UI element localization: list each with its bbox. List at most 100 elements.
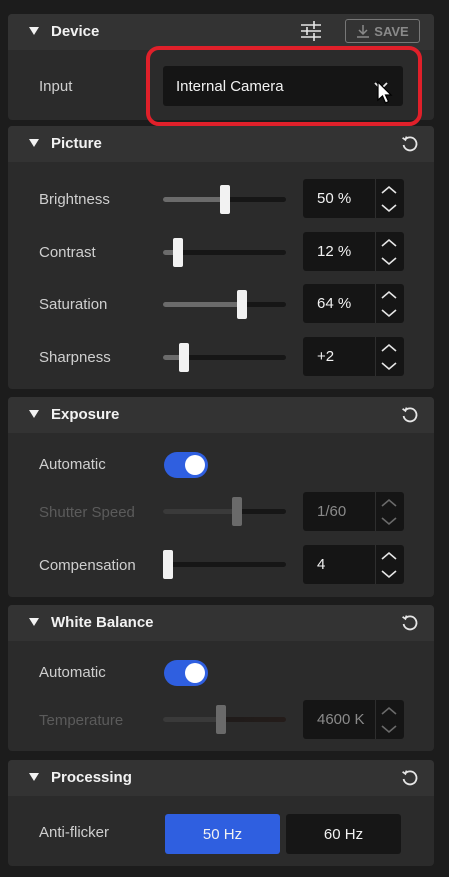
adjust-sliders-icon[interactable] bbox=[299, 20, 323, 42]
contrast-label: Contrast bbox=[39, 244, 96, 261]
temperature-value-field[interactable]: 4600 K bbox=[303, 700, 404, 739]
section-title: Exposure bbox=[51, 406, 120, 423]
exposure-section: Exposure Automatic Shutter Speed 1/60 Co… bbox=[8, 397, 434, 597]
chevron-down-icon[interactable] bbox=[377, 720, 401, 737]
chevron-down-icon[interactable] bbox=[377, 565, 401, 582]
saturation-value-field[interactable]: 64 % bbox=[303, 284, 404, 323]
section-title: Picture bbox=[51, 135, 102, 152]
white-balance-section: White Balance Automatic Temperature 4600… bbox=[8, 605, 434, 751]
device-section: Device SAVE Input Internal Camera bbox=[8, 14, 434, 126]
divider bbox=[375, 337, 376, 376]
compensation-value: 4 bbox=[317, 556, 326, 573]
exposure-automatic-label: Automatic bbox=[39, 456, 106, 473]
section-title: Device bbox=[51, 23, 100, 40]
shutter-speed-slider[interactable] bbox=[163, 497, 286, 526]
slider-thumb[interactable] bbox=[232, 497, 242, 526]
shutter-speed-value: 1/60 bbox=[317, 503, 347, 520]
collapse-caret-icon[interactable] bbox=[29, 410, 39, 418]
temperature-value: 4600 K bbox=[317, 711, 365, 728]
picture-header[interactable]: Picture bbox=[8, 126, 434, 162]
chevron-down-icon[interactable] bbox=[377, 357, 401, 374]
sharpness-slider[interactable] bbox=[163, 343, 286, 372]
exposure-automatic-toggle[interactable] bbox=[164, 452, 208, 478]
brightness-label: Brightness bbox=[39, 191, 110, 208]
collapse-caret-icon[interactable] bbox=[29, 618, 39, 626]
slider-thumb[interactable] bbox=[216, 705, 226, 734]
chevron-up-icon[interactable] bbox=[377, 287, 401, 304]
slider-fill bbox=[163, 717, 221, 722]
anti-flicker-label: Anti-flicker bbox=[39, 824, 110, 841]
divider bbox=[375, 232, 376, 271]
shutter-speed-value-field[interactable]: 1/60 bbox=[303, 492, 404, 531]
reset-icon[interactable] bbox=[400, 613, 420, 633]
compensation-label: Compensation bbox=[39, 557, 136, 574]
anti-flicker-60hz-button[interactable]: 60 Hz bbox=[286, 814, 401, 854]
divider bbox=[375, 492, 376, 531]
chevron-up-icon[interactable] bbox=[377, 548, 401, 565]
slider-thumb[interactable] bbox=[220, 185, 230, 214]
slider-fill bbox=[163, 509, 237, 514]
chevron-up-icon[interactable] bbox=[377, 235, 401, 252]
chevron-up-icon[interactable] bbox=[377, 340, 401, 357]
sharpness-value: +2 bbox=[317, 348, 335, 365]
wb-automatic-label: Automatic bbox=[39, 664, 106, 681]
reset-icon[interactable] bbox=[400, 768, 420, 788]
slider-thumb[interactable] bbox=[179, 343, 189, 372]
collapse-caret-icon[interactable] bbox=[29, 773, 39, 781]
contrast-value-field[interactable]: 12 % bbox=[303, 232, 404, 271]
temperature-slider[interactable] bbox=[163, 705, 286, 734]
chevron-down-icon[interactable] bbox=[377, 199, 401, 216]
saturation-slider[interactable] bbox=[163, 290, 286, 319]
chevron-up-icon[interactable] bbox=[377, 182, 401, 199]
picture-section: Picture Brightness 50 % Contrast 12 % Sa… bbox=[8, 126, 434, 389]
sharpness-label: Sharpness bbox=[39, 349, 111, 366]
temperature-label: Temperature bbox=[39, 712, 124, 729]
sharpness-value-field[interactable]: +2 bbox=[303, 337, 404, 376]
device-header[interactable]: Device SAVE bbox=[8, 14, 434, 50]
mouse-cursor-icon bbox=[377, 80, 393, 104]
contrast-value: 12 % bbox=[317, 243, 352, 260]
chevron-down-icon[interactable] bbox=[377, 304, 401, 321]
reset-icon[interactable] bbox=[400, 405, 420, 425]
saturation-value: 64 % bbox=[317, 295, 352, 312]
slider-thumb[interactable] bbox=[163, 550, 173, 579]
exposure-header[interactable]: Exposure bbox=[8, 397, 434, 433]
slider-thumb[interactable] bbox=[173, 238, 183, 267]
download-icon bbox=[357, 25, 370, 38]
slider-thumb[interactable] bbox=[237, 290, 247, 319]
collapse-caret-icon[interactable] bbox=[29, 27, 39, 35]
option-label: 50 Hz bbox=[202, 825, 243, 843]
divider bbox=[375, 545, 376, 584]
divider bbox=[375, 179, 376, 218]
processing-header[interactable]: Processing bbox=[8, 760, 434, 796]
toggle-knob bbox=[185, 663, 205, 683]
compensation-value-field[interactable]: 4 bbox=[303, 545, 404, 584]
saturation-label: Saturation bbox=[39, 296, 108, 313]
contrast-slider[interactable] bbox=[163, 238, 286, 267]
reset-icon[interactable] bbox=[400, 134, 420, 154]
section-title: Processing bbox=[51, 769, 132, 786]
section-title: White Balance bbox=[51, 614, 154, 631]
save-button[interactable]: SAVE bbox=[345, 19, 420, 43]
chevron-down-icon[interactable] bbox=[377, 252, 401, 269]
brightness-value-field[interactable]: 50 % bbox=[303, 179, 404, 218]
input-select-value: Internal Camera bbox=[176, 78, 284, 95]
option-label: 60 Hz bbox=[323, 825, 364, 843]
chevron-up-icon[interactable] bbox=[377, 703, 401, 720]
anti-flicker-50hz-button[interactable]: 50 Hz bbox=[165, 814, 280, 854]
white-balance-header[interactable]: White Balance bbox=[8, 605, 434, 641]
wb-automatic-toggle[interactable] bbox=[164, 660, 208, 686]
compensation-slider[interactable] bbox=[163, 550, 286, 579]
brightness-value: 50 % bbox=[317, 190, 352, 207]
divider bbox=[375, 700, 376, 739]
chevron-up-icon[interactable] bbox=[377, 495, 401, 512]
chevron-down-icon[interactable] bbox=[377, 512, 401, 529]
brightness-slider[interactable] bbox=[163, 185, 286, 214]
collapse-caret-icon[interactable] bbox=[29, 139, 39, 147]
shutter-speed-label: Shutter Speed bbox=[39, 504, 135, 521]
toggle-knob bbox=[185, 455, 205, 475]
input-select[interactable]: Internal Camera bbox=[163, 66, 403, 106]
processing-section: Processing Anti-flicker 50 Hz 60 Hz bbox=[8, 760, 434, 866]
slider-fill bbox=[163, 302, 242, 307]
input-label: Input bbox=[39, 78, 73, 95]
